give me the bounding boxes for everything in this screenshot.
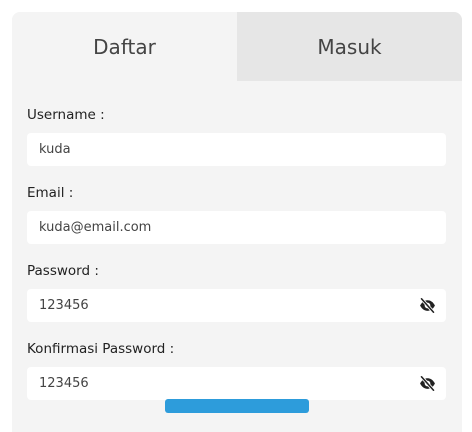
password-field-wrapper (27, 289, 446, 322)
tab-login[interactable]: Masuk (237, 12, 462, 81)
eye-slash-icon[interactable] (419, 375, 436, 392)
email-input[interactable] (27, 212, 409, 243)
confirm-password-field-wrapper (27, 367, 446, 400)
auth-tabs: Daftar Masuk (12, 12, 462, 81)
confirm-password-label: Konfirmasi Password : (27, 341, 175, 357)
email-label: Email : (27, 185, 74, 201)
password-input[interactable] (27, 290, 409, 321)
password-label: Password : (27, 263, 99, 279)
register-form: Username : Email : Password : Konfirmasi… (12, 105, 462, 400)
username-input[interactable] (27, 134, 409, 165)
tab-register[interactable]: Daftar (12, 12, 237, 81)
register-card: Daftar Masuk Username : Email : Password… (12, 12, 462, 432)
confirm-password-input[interactable] (27, 368, 409, 399)
eye-slash-icon[interactable] (419, 297, 436, 314)
username-field-wrapper (27, 133, 446, 166)
submit-button[interactable] (165, 399, 309, 413)
email-field-wrapper (27, 211, 446, 244)
username-label: Username : (27, 107, 105, 123)
